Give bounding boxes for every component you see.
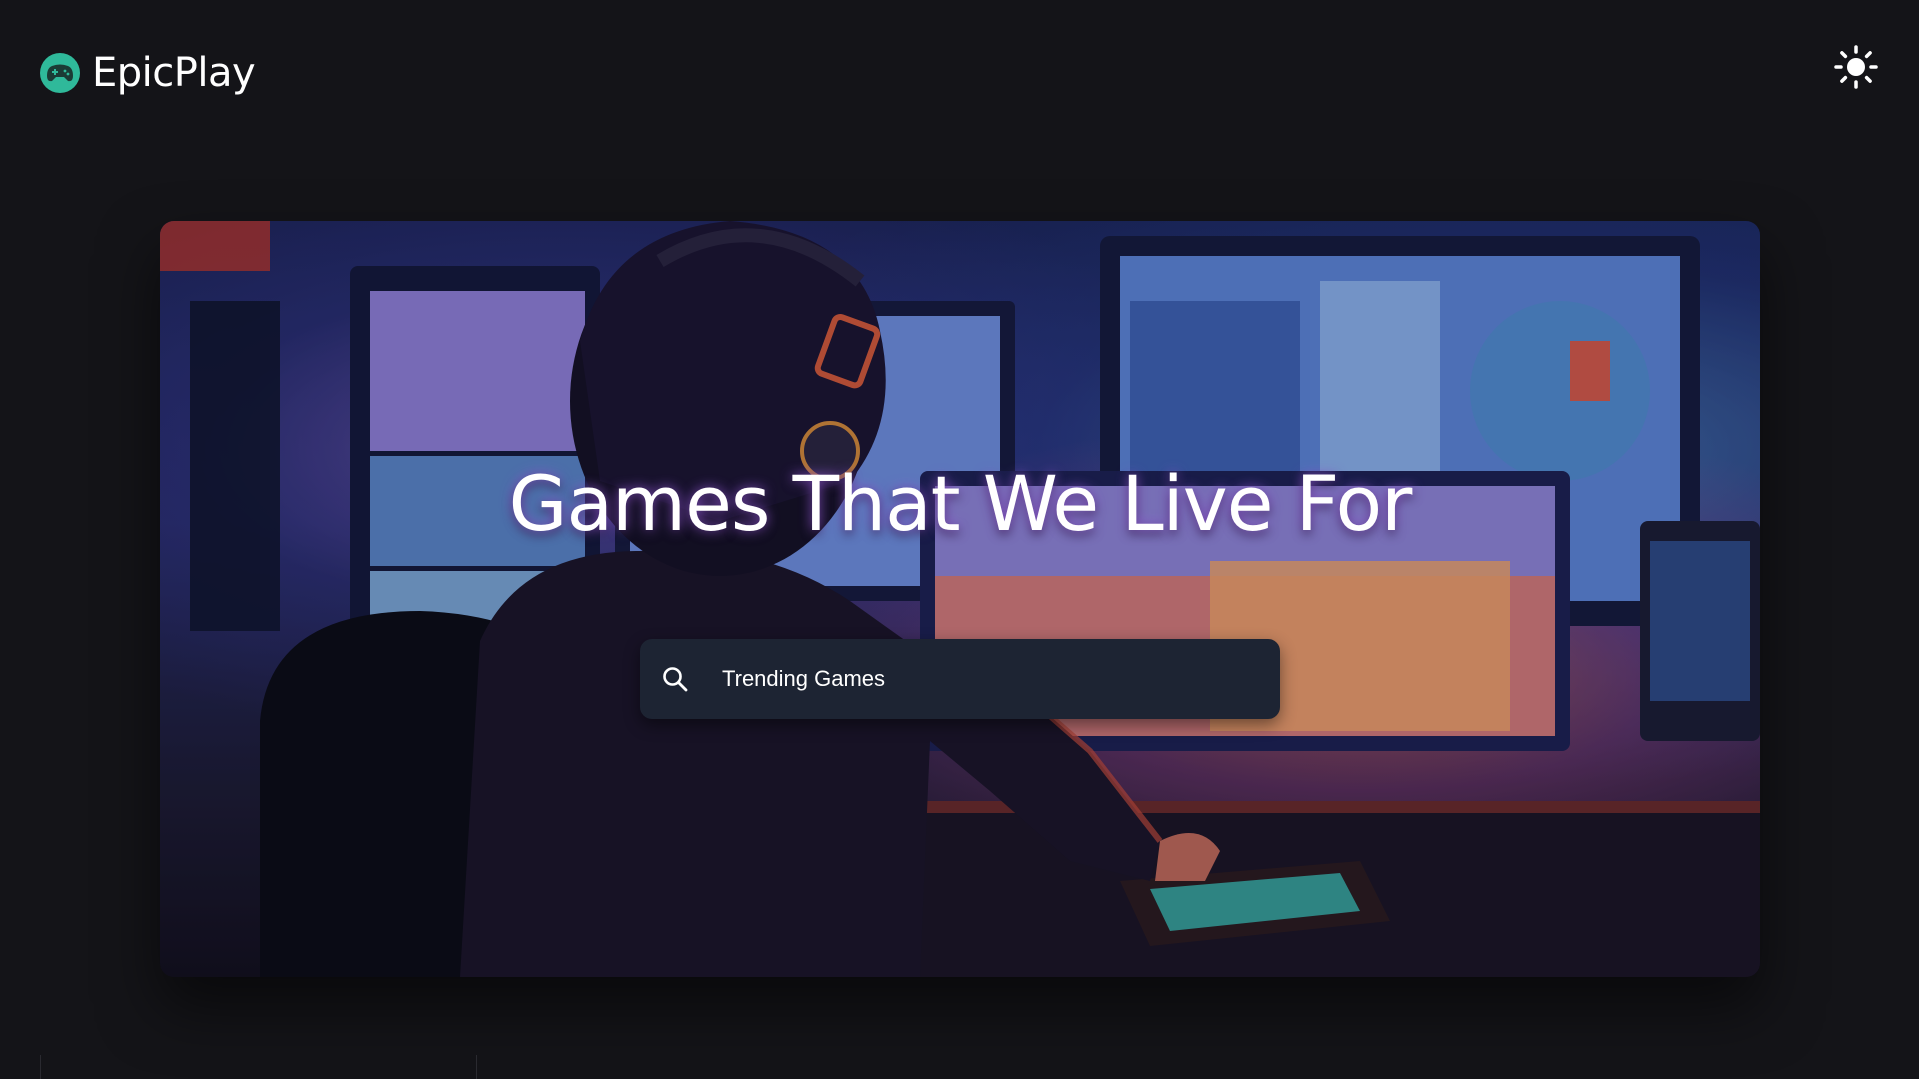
hero-overlay (160, 221, 1760, 977)
top-header: EpicPlay (0, 0, 1919, 150)
gamepad-icon (40, 53, 80, 93)
hero-banner: Games That We Live For (160, 221, 1760, 977)
search-input[interactable] (720, 658, 1264, 700)
content-section-edge (40, 1055, 477, 1079)
sun-icon (1834, 45, 1878, 89)
brand-logo-link[interactable]: EpicPlay (40, 50, 256, 96)
theme-toggle-button[interactable] (1831, 42, 1881, 92)
brand-name: EpicPlay (92, 50, 256, 96)
app-root: EpicPlay Games That We Live For Trending… (0, 0, 1919, 1079)
search-bar[interactable] (640, 639, 1280, 719)
hero-title: Games That We Live For (508, 459, 1413, 548)
search-icon[interactable] (660, 664, 690, 694)
